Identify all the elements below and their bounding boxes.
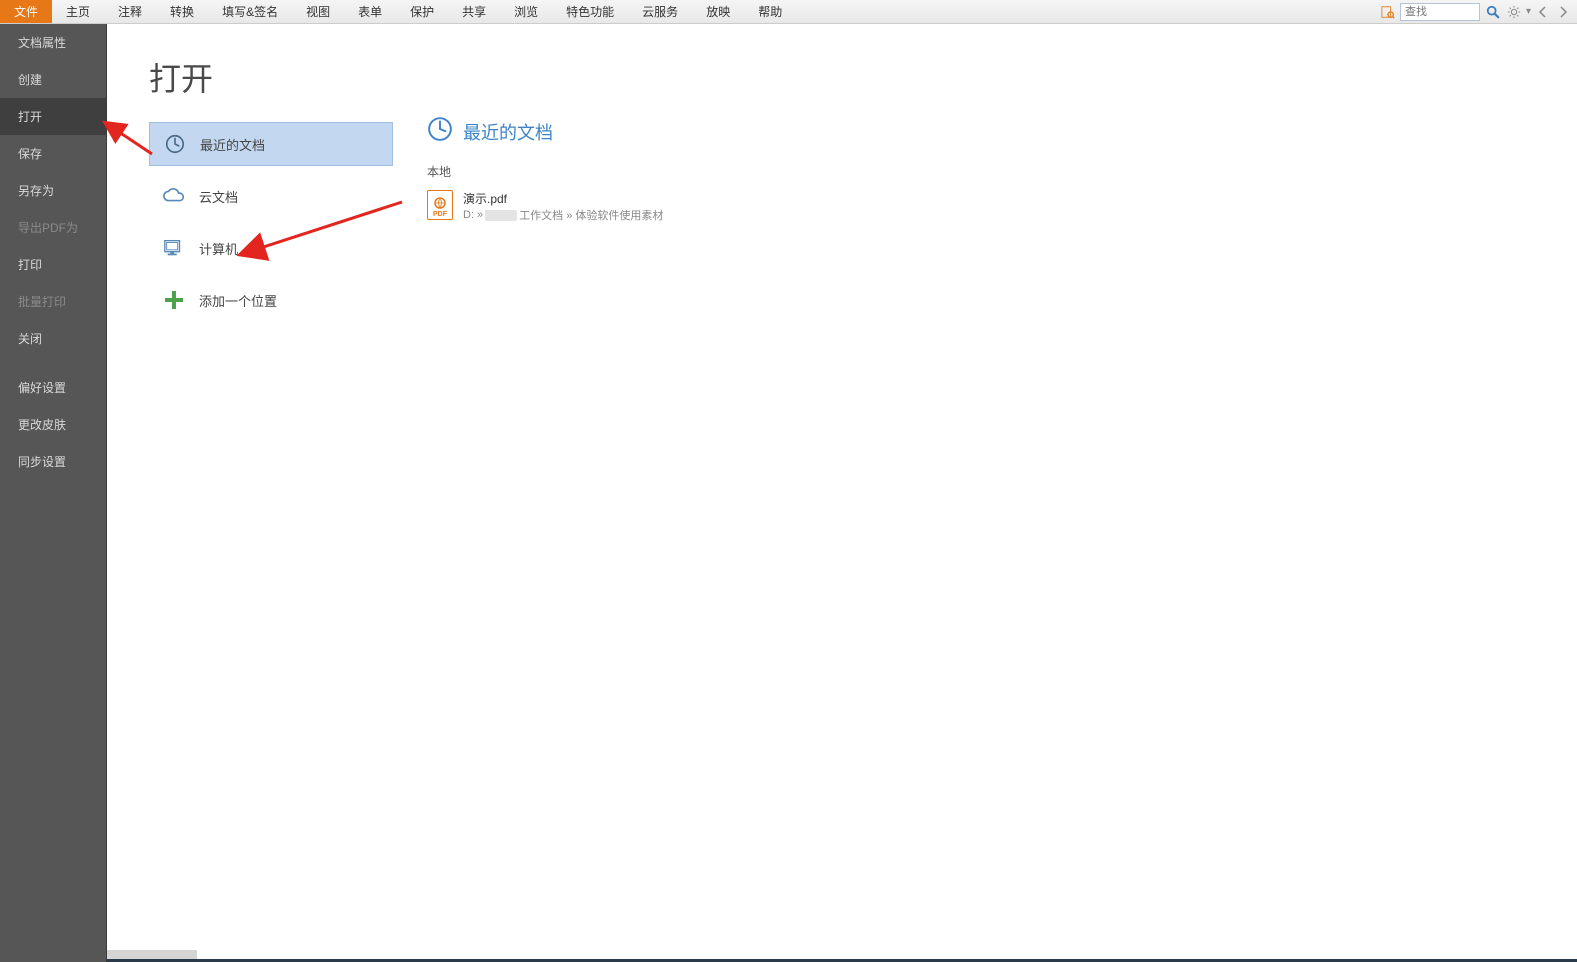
cloud-icon — [163, 185, 185, 207]
menu-form[interactable]: 表单 — [344, 0, 396, 23]
sub-item-cloud[interactable]: 云文档 — [149, 174, 393, 218]
menu-fill-sign[interactable]: 填写&签名 — [208, 0, 292, 23]
sidebar-item-sync[interactable]: 同步设置 — [0, 443, 106, 480]
page-title: 打开 — [149, 54, 391, 100]
search-go-icon[interactable] — [1484, 3, 1502, 21]
pdf-file-icon: PDF — [427, 190, 453, 220]
bottom-border-decoration — [107, 950, 197, 959]
open-sub-panel: 打开 最近的文档 云文档 计算机 — [107, 24, 391, 962]
sidebar-item-properties[interactable]: 文档属性 — [0, 24, 106, 61]
sidebar-item-save-as[interactable]: 另存为 — [0, 172, 106, 209]
recent-file-path: D: » 工作文档 » 体验软件使用素材 — [463, 207, 663, 223]
menu-annotate[interactable]: 注释 — [104, 0, 156, 23]
sidebar-item-save[interactable]: 保存 — [0, 135, 106, 172]
recent-location-label: 本地 — [427, 163, 1577, 180]
sub-item-computer[interactable]: 计算机 — [149, 226, 393, 270]
recent-file-name: 演示.pdf — [463, 190, 663, 207]
recent-header: 最近的文档 — [427, 116, 1577, 147]
sidebar-item-export-pdf[interactable]: 导出PDF为 — [0, 209, 106, 246]
menu-home[interactable]: 主页 — [52, 0, 104, 23]
menu-browse[interactable]: 浏览 — [500, 0, 552, 23]
nav-back-icon[interactable] — [1535, 4, 1551, 20]
menu-file[interactable]: 文件 — [0, 0, 52, 23]
sidebar-item-skin[interactable]: 更改皮肤 — [0, 406, 106, 443]
sub-item-label: 云文档 — [199, 187, 238, 206]
nav-forward-icon[interactable] — [1555, 4, 1571, 20]
menu-features[interactable]: 特色功能 — [552, 0, 628, 23]
sub-item-recent[interactable]: 最近的文档 — [149, 122, 393, 166]
sidebar-item-open[interactable]: 打开 — [0, 98, 106, 135]
menu-cloud[interactable]: 云服务 — [628, 0, 692, 23]
sub-item-add-location[interactable]: 添加一个位置 — [149, 278, 393, 322]
search-highlight-icon[interactable] — [1380, 4, 1396, 20]
sidebar-item-print[interactable]: 打印 — [0, 246, 106, 283]
plus-icon — [163, 289, 185, 311]
redacted-path-segment — [485, 210, 517, 221]
recent-documents-area: 最近的文档 本地 PDF 演示.pdf D: » 工作文档 » 体验软件使用素材 — [391, 24, 1577, 962]
menu-protect[interactable]: 保护 — [396, 0, 448, 23]
recent-file-item[interactable]: PDF 演示.pdf D: » 工作文档 » 体验软件使用素材 — [427, 186, 1577, 227]
computer-icon — [163, 237, 185, 259]
sidebar-item-batch-print[interactable]: 批量打印 — [0, 283, 106, 320]
sidebar-item-close[interactable]: 关闭 — [0, 320, 106, 357]
clock-icon — [427, 116, 453, 147]
sidebar-item-preferences[interactable]: 偏好设置 — [0, 369, 106, 406]
menu-view[interactable]: 视图 — [292, 0, 344, 23]
menu-share[interactable]: 共享 — [448, 0, 500, 23]
clock-icon — [164, 133, 186, 155]
top-menu-bar: 文件 主页 注释 转换 填写&签名 视图 表单 保护 共享 浏览 特色功能 云服… — [0, 0, 1577, 24]
sub-item-label: 最近的文档 — [200, 135, 265, 154]
file-sidebar: 文档属性 创建 打开 保存 另存为 导出PDF为 打印 批量打印 关闭 偏好设置… — [0, 24, 107, 962]
menu-help[interactable]: 帮助 — [744, 0, 796, 23]
sub-item-label: 计算机 — [199, 239, 238, 258]
sidebar-item-create[interactable]: 创建 — [0, 61, 106, 98]
search-input[interactable] — [1400, 3, 1480, 21]
settings-gear-icon[interactable] — [1506, 4, 1522, 20]
sub-item-label: 添加一个位置 — [199, 291, 277, 310]
menu-present[interactable]: 放映 — [692, 0, 744, 23]
menu-convert[interactable]: 转换 — [156, 0, 208, 23]
recent-header-title: 最近的文档 — [463, 119, 553, 145]
